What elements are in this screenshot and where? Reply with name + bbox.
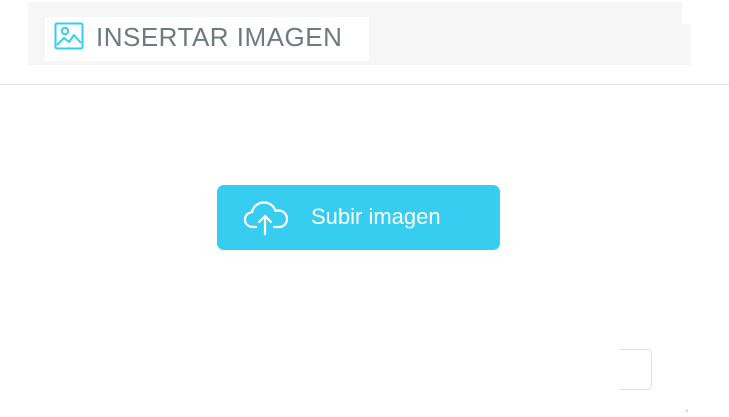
header-background-edge (682, 24, 691, 65)
dialog-header: INSERTAR IMAGEN (0, 0, 729, 85)
dialog-title: INSERTAR IMAGEN (96, 22, 343, 52)
partial-control (620, 349, 652, 390)
insert-image-dialog: INSERTAR IMAGEN Subir imagen (0, 0, 729, 417)
title-tab: INSERTAR IMAGEN (45, 17, 369, 61)
cloud-upload-icon (243, 200, 289, 236)
image-icon (54, 22, 84, 50)
upload-button-label: Subir imagen (311, 204, 441, 229)
upload-image-button[interactable]: Subir imagen (217, 185, 500, 250)
corner-mark (685, 409, 690, 414)
